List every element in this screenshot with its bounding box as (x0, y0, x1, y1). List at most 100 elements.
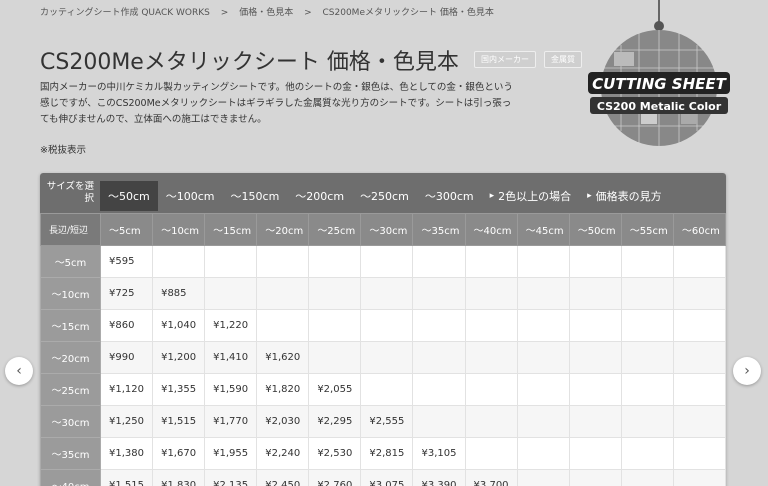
breadcrumb-price-list[interactable]: 価格・色見本 (239, 8, 293, 18)
row-header: 〜20cm (40, 341, 101, 374)
price-cell (620, 405, 674, 438)
price-cell (308, 341, 362, 374)
price-cell (412, 277, 466, 310)
tab-size-300[interactable]: 〜300cm (417, 181, 482, 211)
price-cell (412, 341, 466, 374)
tab-size-100[interactable]: 〜100cm (158, 181, 223, 211)
price-cell (516, 373, 570, 406)
tab-size-250[interactable]: 〜250cm (352, 181, 417, 211)
price-cell (568, 405, 622, 438)
badge-domestic-maker: 国内メーカー (474, 51, 536, 68)
price-cell (516, 405, 570, 438)
tab-link-multicolor[interactable]: 2色以上の場合 (482, 181, 580, 211)
table-header-row: 長辺/短辺 〜5cm 〜10cm 〜15cm 〜20cm 〜25cm 〜30cm 〜35cm… (40, 213, 726, 246)
price-cell (568, 277, 622, 310)
chevron-right-icon: › (744, 363, 750, 379)
price-cell (256, 245, 310, 278)
breadcrumb-separator: > (304, 8, 312, 18)
price-cell (360, 245, 414, 278)
price-cell (516, 245, 570, 278)
column-header: 〜30cm (360, 213, 414, 246)
tab-size-50[interactable]: 〜50cm (100, 181, 158, 211)
price-cell: ¥3,390 (412, 469, 466, 486)
price-cell (516, 437, 570, 470)
row-header: 〜15cm (40, 309, 101, 342)
price-cell: ¥595 (99, 245, 154, 278)
price-cell: ¥2,240 (256, 437, 310, 470)
table-row: 〜40cm¥1,515¥1,830¥2,135¥2,450¥2,760¥3,07… (40, 469, 726, 486)
price-cell: ¥1,620 (256, 341, 310, 374)
column-header: 〜50cm (568, 213, 622, 246)
price-cell (204, 277, 258, 310)
next-arrow-button[interactable]: › (733, 357, 761, 385)
table-corner-label: 長辺/短辺 (40, 213, 101, 246)
product-description: 国内メーカーの中川ケミカル製カッティングシートです。他のシートの金・銀色は、色と… (40, 82, 513, 125)
price-cell: ¥1,830 (152, 469, 206, 486)
price-cell (620, 245, 674, 278)
page-title: CS200Meメタリックシート 価格・色見本 (40, 50, 459, 75)
price-cell (568, 341, 622, 374)
price-cell (412, 309, 466, 342)
price-cell: ¥3,105 (412, 437, 466, 470)
table-body: 〜5cm ¥595 〜10cm ¥725 ¥885 〜15cm ¥860 ¥1,040 ¥1,2… (40, 245, 726, 486)
price-cell: ¥1,250 (99, 405, 154, 438)
price-cell (672, 245, 726, 278)
row-header: 〜30cm (40, 405, 101, 438)
price-cell: ¥1,220 (204, 309, 258, 342)
price-cell (568, 245, 622, 278)
logo-text-main: CUTTING SHEET (592, 75, 728, 93)
price-cell (360, 373, 414, 406)
price-cell: ¥1,670 (152, 437, 206, 470)
breadcrumb-current: CS200Meメタリックシート 価格・色見本 (322, 8, 494, 18)
price-cell: ¥1,380 (99, 437, 154, 470)
badge-metallic: 金属質 (544, 51, 582, 68)
column-header: 〜20cm (256, 213, 310, 246)
price-cell (672, 341, 726, 374)
price-cell: ¥2,815 (360, 437, 414, 470)
price-cell (360, 309, 414, 342)
price-cell (568, 437, 622, 470)
cutting-sheet-logo: CUTTING SHEET CS200 Metalic Color (588, 0, 730, 146)
price-cell: ¥1,770 (204, 405, 258, 438)
price-cell (620, 341, 674, 374)
column-header: 〜35cm (412, 213, 466, 246)
price-cell: ¥3,700 (464, 469, 518, 486)
price-cell (412, 405, 466, 438)
table-row: 〜30cm ¥1,250 ¥1,515 ¥1,770 ¥2,030 ¥2,295 ¥2,55… (40, 405, 726, 438)
price-cell (672, 373, 726, 406)
price-cell (256, 277, 310, 310)
price-cell (672, 437, 726, 470)
row-header: 〜35cm (40, 437, 101, 470)
column-header: 〜5cm (99, 213, 154, 246)
price-cell: ¥2,135 (204, 469, 258, 486)
table-row: 〜20cm ¥990 ¥1,200 ¥1,410 ¥1,620 (40, 341, 726, 374)
price-cell (620, 437, 674, 470)
breadcrumb-home[interactable]: カッティングシート作成 QUACK WORKS (40, 8, 210, 18)
price-cell (360, 341, 414, 374)
tab-size-200[interactable]: 〜200cm (287, 181, 352, 211)
price-cell (412, 245, 466, 278)
column-header: 〜15cm (204, 213, 258, 246)
tab-size-150[interactable]: 〜150cm (223, 181, 288, 211)
price-cell: ¥990 (99, 341, 154, 374)
price-cell (464, 437, 518, 470)
price-cell (672, 405, 726, 438)
price-table-panel: サイズを選択 〜50cm 〜100cm 〜150cm 〜200cm 〜250cm… (40, 173, 726, 486)
table-row: 〜25cm ¥1,120 ¥1,355 ¥1,590 ¥1,820 ¥2,055 (40, 373, 726, 406)
column-header: 〜60cm (672, 213, 726, 246)
price-cell (568, 309, 622, 342)
size-tab-bar: サイズを選択 〜50cm 〜100cm 〜150cm 〜200cm 〜250cm… (40, 173, 726, 213)
table-row: 〜10cm ¥725 ¥885 (40, 277, 726, 310)
price-cell (464, 309, 518, 342)
table-row: 〜5cm ¥595 (40, 245, 726, 278)
price-cell: ¥1,515 (152, 405, 206, 438)
prev-arrow-button[interactable]: ‹ (5, 357, 33, 385)
table-row: 〜35cm ¥1,380 ¥1,670 ¥1,955 ¥2,240 ¥2,530 ¥2,81… (40, 437, 726, 470)
price-cell: ¥1,515 (99, 469, 154, 486)
price-cell (516, 309, 570, 342)
title-row: CS200Meメタリックシート 価格・色見本 (40, 44, 459, 76)
price-cell (152, 245, 206, 278)
price-cell: ¥1,955 (204, 437, 258, 470)
tab-link-how-to-read[interactable]: 価格表の見方 (579, 181, 670, 211)
row-header: 〜25cm (40, 373, 101, 406)
